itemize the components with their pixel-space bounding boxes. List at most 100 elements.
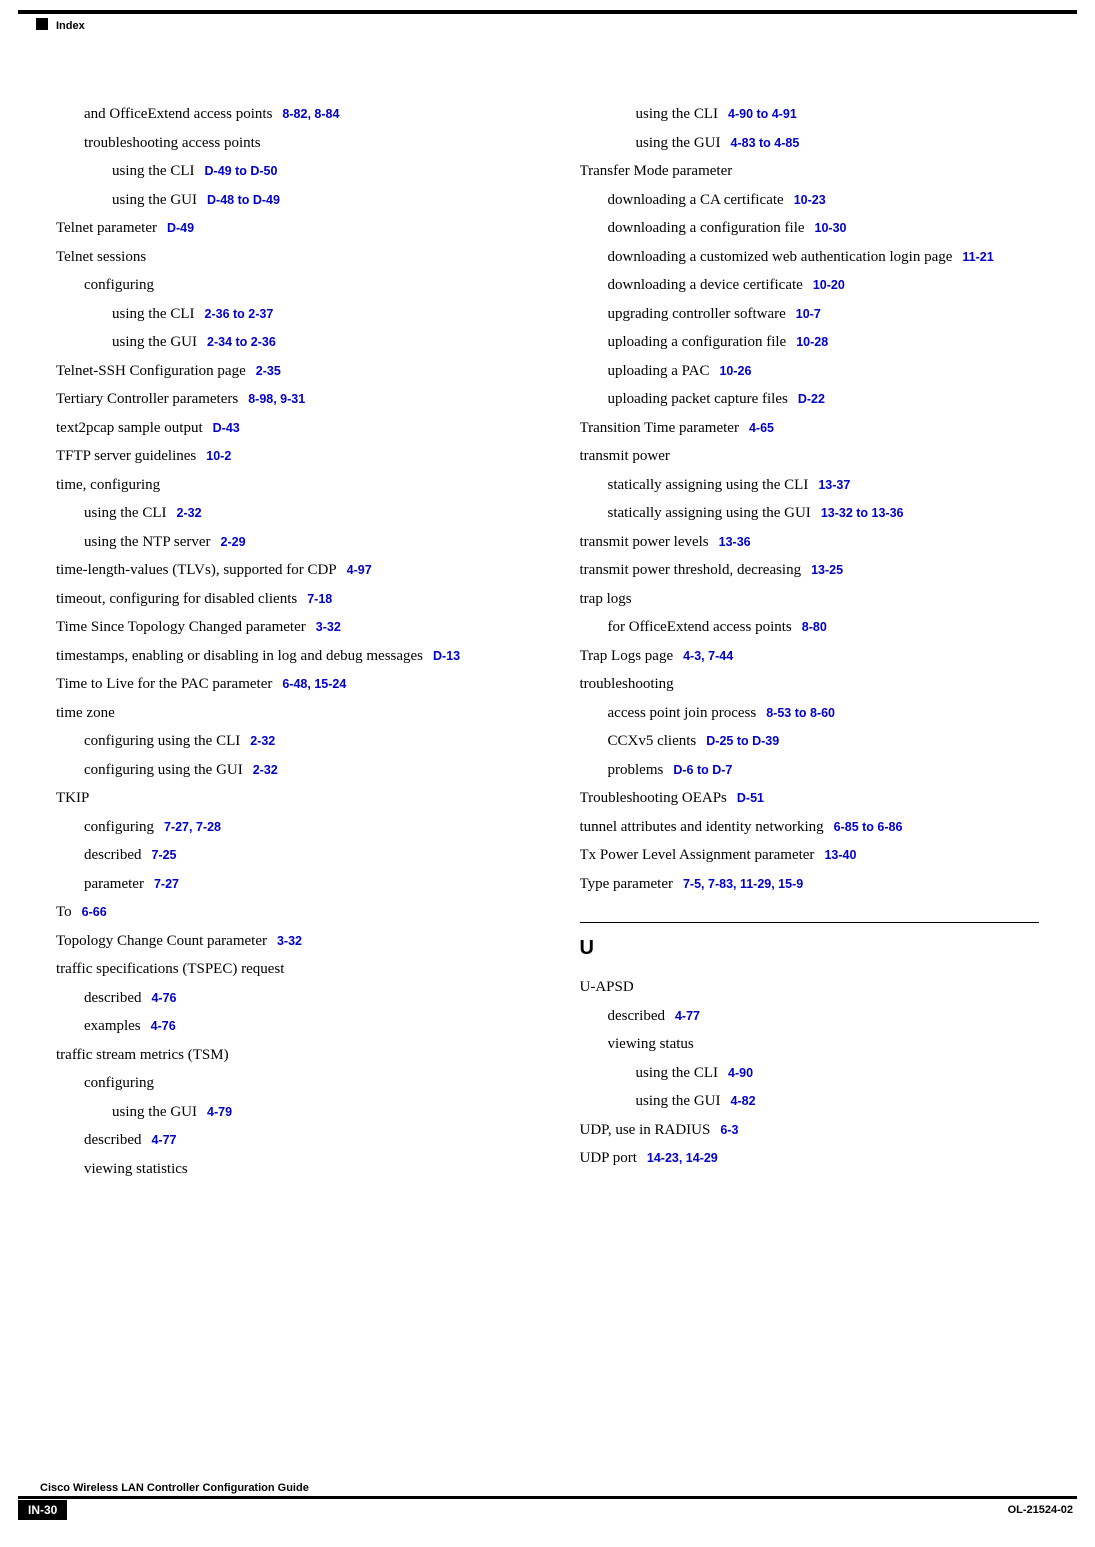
index-ref[interactable]: D-25 to D-39 (706, 734, 779, 748)
index-ref[interactable]: 3-32 (316, 620, 341, 634)
index-ref[interactable]: 4-76 (151, 991, 176, 1005)
index-ref[interactable]: 13-37 (818, 478, 850, 492)
index-ref[interactable]: 10-26 (719, 364, 751, 378)
index-entry: To 6-66 (56, 898, 516, 927)
index-ref[interactable]: 10-20 (813, 278, 845, 292)
index-ref[interactable]: 8-98, 9-31 (248, 392, 305, 406)
index-text: viewing status (608, 1036, 694, 1052)
index-ref[interactable]: D-48 to D-49 (207, 193, 280, 207)
index-text: uploading packet capture files (608, 391, 788, 407)
index-ref[interactable]: 7-27, 7-28 (164, 820, 221, 834)
index-entry: Tertiary Controller parameters8-98, 9-31 (56, 385, 516, 414)
index-text: trap logs (580, 591, 632, 607)
index-ref[interactable]: 13-40 (824, 848, 856, 862)
index-ref[interactable]: 8-82, 8-84 (282, 107, 339, 121)
index-text: time-length-values (TLVs), supported for… (56, 562, 337, 578)
index-entry: transmit power threshold, decreasing 13-2… (580, 556, 1040, 585)
index-ref[interactable]: 2-35 (256, 364, 281, 378)
index-ref[interactable]: D-6 to D-7 (673, 763, 732, 777)
index-text: problems (608, 762, 664, 778)
index-entry: troubleshooting (580, 670, 1040, 699)
index-ref[interactable]: 6-48, 15-24 (282, 677, 346, 691)
index-ref[interactable]: 4-65 (749, 421, 774, 435)
index-entry: parameter7-27 (84, 870, 516, 899)
section-letter: U (580, 922, 1040, 967)
index-ref[interactable]: D-13 (433, 649, 460, 663)
index-ref[interactable]: 10-28 (796, 335, 828, 349)
index-text: UDP, use in RADIUS (580, 1122, 711, 1138)
index-entry: Telnet parameterD-49 (56, 214, 516, 243)
index-ref[interactable]: 2-36 to 2-37 (205, 307, 274, 321)
index-entry: Transition Time parameter4-65 (580, 414, 1040, 443)
index-ref[interactable]: 6-66 (82, 905, 107, 919)
index-ref[interactable]: 8-53 to 8-60 (766, 706, 835, 720)
index-text: configuring (84, 1075, 154, 1091)
index-ref[interactable]: 7-27 (154, 877, 179, 891)
index-ref[interactable]: 4-82 (731, 1094, 756, 1108)
index-ref[interactable]: 13-25 (811, 563, 843, 577)
index-ref[interactable]: 10-30 (815, 221, 847, 235)
index-entry: using the GUI2-34 to 2-36 (112, 328, 516, 357)
index-ref[interactable]: 2-29 (221, 535, 246, 549)
top-rule (18, 10, 1077, 14)
index-ref[interactable]: D-49 to D-50 (205, 164, 278, 178)
index-entry: using the GUID-48 to D-49 (112, 186, 516, 215)
index-ref[interactable]: 4-90 (728, 1066, 753, 1080)
index-entry: Type parameter 7-5, 7-83, 11-29, 15-9 (580, 870, 1040, 899)
index-ref[interactable]: 2-34 to 2-36 (207, 335, 276, 349)
index-entry: viewing status (608, 1030, 1040, 1059)
index-text: configuring (84, 819, 154, 835)
index-ref[interactable]: 10-23 (794, 193, 826, 207)
index-ref[interactable]: 4-90 to 4-91 (728, 107, 797, 121)
index-ref[interactable]: 4-77 (675, 1009, 700, 1023)
index-ref[interactable]: 4-79 (207, 1105, 232, 1119)
index-text: TFTP server guidelines (56, 448, 196, 464)
index-ref[interactable]: D-43 (213, 421, 240, 435)
index-ref[interactable]: 3-32 (277, 934, 302, 948)
index-entry: traffic stream metrics (TSM) (56, 1041, 516, 1070)
index-ref[interactable]: 4-77 (151, 1133, 176, 1147)
index-ref[interactable]: 2-32 (177, 506, 202, 520)
index-ref[interactable]: 2-32 (253, 763, 278, 777)
index-ref[interactable]: 4-83 to 4-85 (731, 136, 800, 150)
index-ref[interactable]: 7-5, 7-83, 11-29, 15-9 (683, 877, 803, 891)
index-ref[interactable]: 4-76 (151, 1019, 176, 1033)
index-entry: configuring (84, 1069, 516, 1098)
page-number-badge: IN-30 (18, 1500, 67, 1520)
index-ref[interactable]: 13-32 to 13-36 (821, 506, 904, 520)
index-text: timeout, configuring for disabled client… (56, 591, 297, 607)
index-ref[interactable]: 10-2 (206, 449, 231, 463)
index-ref[interactable]: 7-18 (307, 592, 332, 606)
index-ref[interactable]: 10-7 (796, 307, 821, 321)
index-ref[interactable]: 4-97 (347, 563, 372, 577)
index-entry: trap logs (580, 585, 1040, 614)
index-ref[interactable]: D-51 (737, 791, 764, 805)
index-text: configuring using the CLI (84, 733, 240, 749)
index-text: described (84, 990, 141, 1006)
index-ref[interactable]: 13-36 (719, 535, 751, 549)
index-text: using the GUI (636, 1093, 721, 1109)
index-ref[interactable]: 14-23, 14-29 (647, 1151, 718, 1165)
index-ref[interactable]: D-49 (167, 221, 194, 235)
index-ref[interactable]: 4-3, 7-44 (683, 649, 733, 663)
index-ref[interactable]: 6-85 to 6-86 (834, 820, 903, 834)
index-text: examples (84, 1018, 141, 1034)
index-text: described (608, 1008, 665, 1024)
index-text: Type parameter (580, 876, 673, 892)
index-text: traffic stream metrics (TSM) (56, 1047, 229, 1063)
index-entry: downloading a device certificate10-20 (608, 271, 1040, 300)
index-entry: traffic specifications (TSPEC) request (56, 955, 516, 984)
index-ref[interactable]: 2-32 (250, 734, 275, 748)
index-text: Tx Power Level Assignment parameter (580, 847, 815, 863)
index-ref[interactable]: 6-3 (720, 1123, 738, 1137)
index-text: To (56, 904, 72, 920)
index-ref[interactable]: 7-25 (151, 848, 176, 862)
index-ref[interactable]: 11-21 (962, 250, 993, 264)
index-entry: uploading a PAC10-26 (608, 357, 1040, 386)
index-entry: configuring (84, 271, 516, 300)
index-entry: described7-25 (84, 841, 516, 870)
index-text: transmit power threshold, decreasing (580, 562, 802, 578)
index-ref[interactable]: D-22 (798, 392, 825, 406)
index-ref[interactable]: 8-80 (802, 620, 827, 634)
index-text: CCXv5 clients (608, 733, 697, 749)
